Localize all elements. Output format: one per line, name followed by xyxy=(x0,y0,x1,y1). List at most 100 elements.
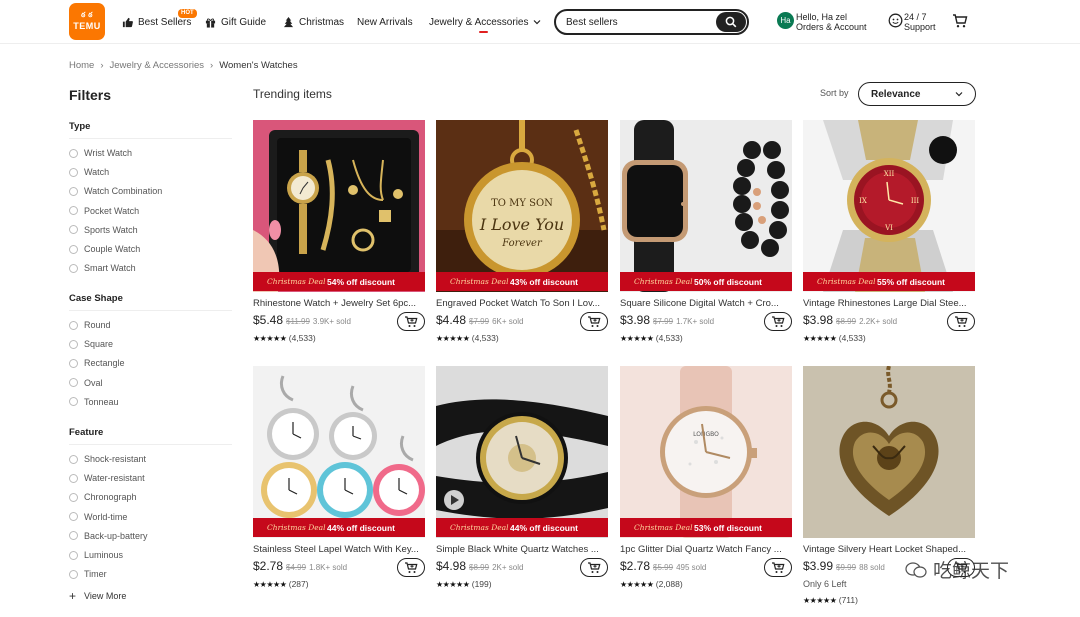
review-count: (199) xyxy=(471,579,492,589)
radio-icon[interactable] xyxy=(69,512,78,522)
product-image[interactable]: LONGBO xyxy=(620,366,792,538)
search-input[interactable] xyxy=(566,15,706,29)
sort-select[interactable]: Relevance xyxy=(858,82,976,106)
filter-option[interactable]: World-time xyxy=(69,511,127,523)
radio-icon[interactable] xyxy=(69,148,78,158)
avatar[interactable]: Ha xyxy=(777,12,794,29)
radio-icon[interactable] xyxy=(69,186,78,196)
account-menu[interactable]: Hello, Ha zel Orders & Account xyxy=(796,12,867,32)
product-title[interactable]: Rhinestone Watch + Jewelry Set 6pc... xyxy=(253,298,425,309)
filter-option[interactable]: Chronograph xyxy=(69,491,137,503)
product-image[interactable]: XII III VI IX xyxy=(803,120,975,292)
nav-christmas[interactable]: Christmas xyxy=(283,0,344,44)
filter-option[interactable]: Water-resistant xyxy=(69,472,145,484)
breadcrumb-separator: › xyxy=(100,60,104,71)
product-image[interactable] xyxy=(436,366,608,538)
product-image[interactable] xyxy=(803,366,975,538)
nav-gift-guide[interactable]: Gift Guide xyxy=(205,0,266,44)
support-link[interactable]: 24 / 7 Support xyxy=(904,12,936,32)
sold-count: 88 sold xyxy=(859,563,885,572)
radio-icon[interactable] xyxy=(69,397,78,407)
add-to-cart-button[interactable] xyxy=(764,558,792,577)
product-image[interactable] xyxy=(253,366,425,538)
filter-option[interactable]: Luminous xyxy=(69,549,123,561)
filter-option[interactable]: Shock-resistant xyxy=(69,453,146,465)
product-card[interactable]: Christmas Deal 44% off discount Stainless … xyxy=(253,366,425,606)
radio-icon[interactable] xyxy=(69,569,78,579)
product-card[interactable]: XII III VI IX Christmas Deal 55% off discount… xyxy=(803,120,975,360)
filter-option[interactable]: Couple Watch xyxy=(69,243,140,255)
radio-icon[interactable] xyxy=(69,320,78,330)
filter-option[interactable]: Rectangle xyxy=(69,357,125,369)
radio-icon[interactable] xyxy=(69,454,78,464)
radio-icon[interactable] xyxy=(69,550,78,560)
price-row: $2.78 $4.99 1.8K+ sold xyxy=(253,559,347,573)
filter-option[interactable]: Watch Combination xyxy=(69,185,162,197)
deal-banner: Christmas Deal 54% off discount xyxy=(253,272,425,291)
support-icon[interactable] xyxy=(888,13,903,28)
breadcrumb-home[interactable]: Home xyxy=(69,60,94,71)
filter-option[interactable]: Oval xyxy=(69,377,103,389)
radio-icon[interactable] xyxy=(69,206,78,216)
view-more-button[interactable]: + View More xyxy=(69,589,126,603)
product-card[interactable]: Christmas Deal 54% off discount Rhinestone… xyxy=(253,120,425,360)
radio-icon[interactable] xyxy=(69,244,78,254)
product-card[interactable]: LONGBO Christmas Deal 53% off discount 1pc … xyxy=(620,366,792,606)
temu-logo[interactable]: ఠ ఠ TEMU xyxy=(69,3,105,40)
radio-icon[interactable] xyxy=(69,263,78,273)
price: $5.48 xyxy=(253,313,284,327)
product-title[interactable]: Vintage Rhinestones Large Dial Stee... xyxy=(803,298,975,309)
filter-option[interactable]: Timer xyxy=(69,568,107,580)
filter-option[interactable]: Square xyxy=(69,338,113,350)
filter-option[interactable]: Round xyxy=(69,319,111,331)
product-title[interactable]: Engraved Pocket Watch To Son I Lov... xyxy=(436,298,608,309)
product-card[interactable]: Christmas Deal 44% off discount Simple Bla… xyxy=(436,366,608,606)
add-to-cart-button[interactable] xyxy=(397,558,425,577)
product-card[interactable]: Christmas Deal 50% off discount Square Sil… xyxy=(620,120,792,360)
product-image[interactable]: TO MY SON I Love You Forever xyxy=(436,120,608,292)
search-bar[interactable] xyxy=(554,9,749,35)
product-image[interactable] xyxy=(620,120,792,292)
add-to-cart-button[interactable] xyxy=(580,312,608,331)
product-image[interactable] xyxy=(253,120,425,292)
filter-option[interactable]: Tonneau xyxy=(69,396,119,408)
filter-option[interactable]: Sports Watch xyxy=(69,224,138,236)
filter-option[interactable]: Pocket Watch xyxy=(69,205,139,217)
nav-jewelry-accessories[interactable]: Jewelry & Accessories xyxy=(429,0,541,44)
filter-option[interactable]: Watch xyxy=(69,166,109,178)
nav-new-arrivals[interactable]: New Arrivals xyxy=(357,0,413,44)
radio-icon[interactable] xyxy=(69,339,78,349)
product-card[interactable]: TO MY SON I Love You Forever Christmas Deal… xyxy=(436,120,608,360)
product-title[interactable]: 1pc Glitter Dial Quartz Watch Fancy ... xyxy=(620,544,792,555)
deal-tag: Christmas Deal xyxy=(267,277,326,286)
radio-icon[interactable] xyxy=(69,225,78,235)
radio-icon[interactable] xyxy=(69,378,78,388)
add-to-cart-button[interactable] xyxy=(580,558,608,577)
radio-icon[interactable] xyxy=(69,473,78,483)
filter-option[interactable]: Back-up-battery xyxy=(69,530,148,542)
cart-icon[interactable] xyxy=(952,13,968,29)
breadcrumb-jewelry[interactable]: Jewelry & Accessories xyxy=(110,60,205,71)
radio-icon[interactable] xyxy=(69,531,78,541)
wechat-icon xyxy=(905,561,927,578)
add-to-cart-button[interactable] xyxy=(397,312,425,331)
product-title[interactable]: Square Silicone Digital Watch + Cro... xyxy=(620,298,792,309)
filter-option[interactable]: Smart Watch xyxy=(69,262,136,274)
filter-option[interactable]: Wrist Watch xyxy=(69,147,132,159)
radio-icon[interactable] xyxy=(69,358,78,368)
add-to-cart-button[interactable] xyxy=(947,312,975,331)
nav-best-sellers[interactable]: Best Sellers xyxy=(122,0,191,44)
filter-option-label: Timer xyxy=(84,569,107,580)
divider xyxy=(69,444,232,445)
star-rating-icon: ★★★★★ xyxy=(803,334,837,343)
product-title[interactable]: Vintage Silvery Heart Locket Shaped... xyxy=(803,544,975,555)
radio-icon[interactable] xyxy=(69,167,78,177)
account-greeting: Hello, Ha zel xyxy=(796,12,848,22)
product-title[interactable]: Simple Black White Quartz Watches ... xyxy=(436,544,608,555)
add-to-cart-button[interactable] xyxy=(764,312,792,331)
search-button[interactable] xyxy=(716,12,746,32)
deal-banner: Christmas Deal 53% off discount xyxy=(620,518,792,537)
deal-banner: Christmas Deal 50% off discount xyxy=(620,272,792,291)
radio-icon[interactable] xyxy=(69,492,78,502)
product-title[interactable]: Stainless Steel Lapel Watch With Key... xyxy=(253,544,425,555)
